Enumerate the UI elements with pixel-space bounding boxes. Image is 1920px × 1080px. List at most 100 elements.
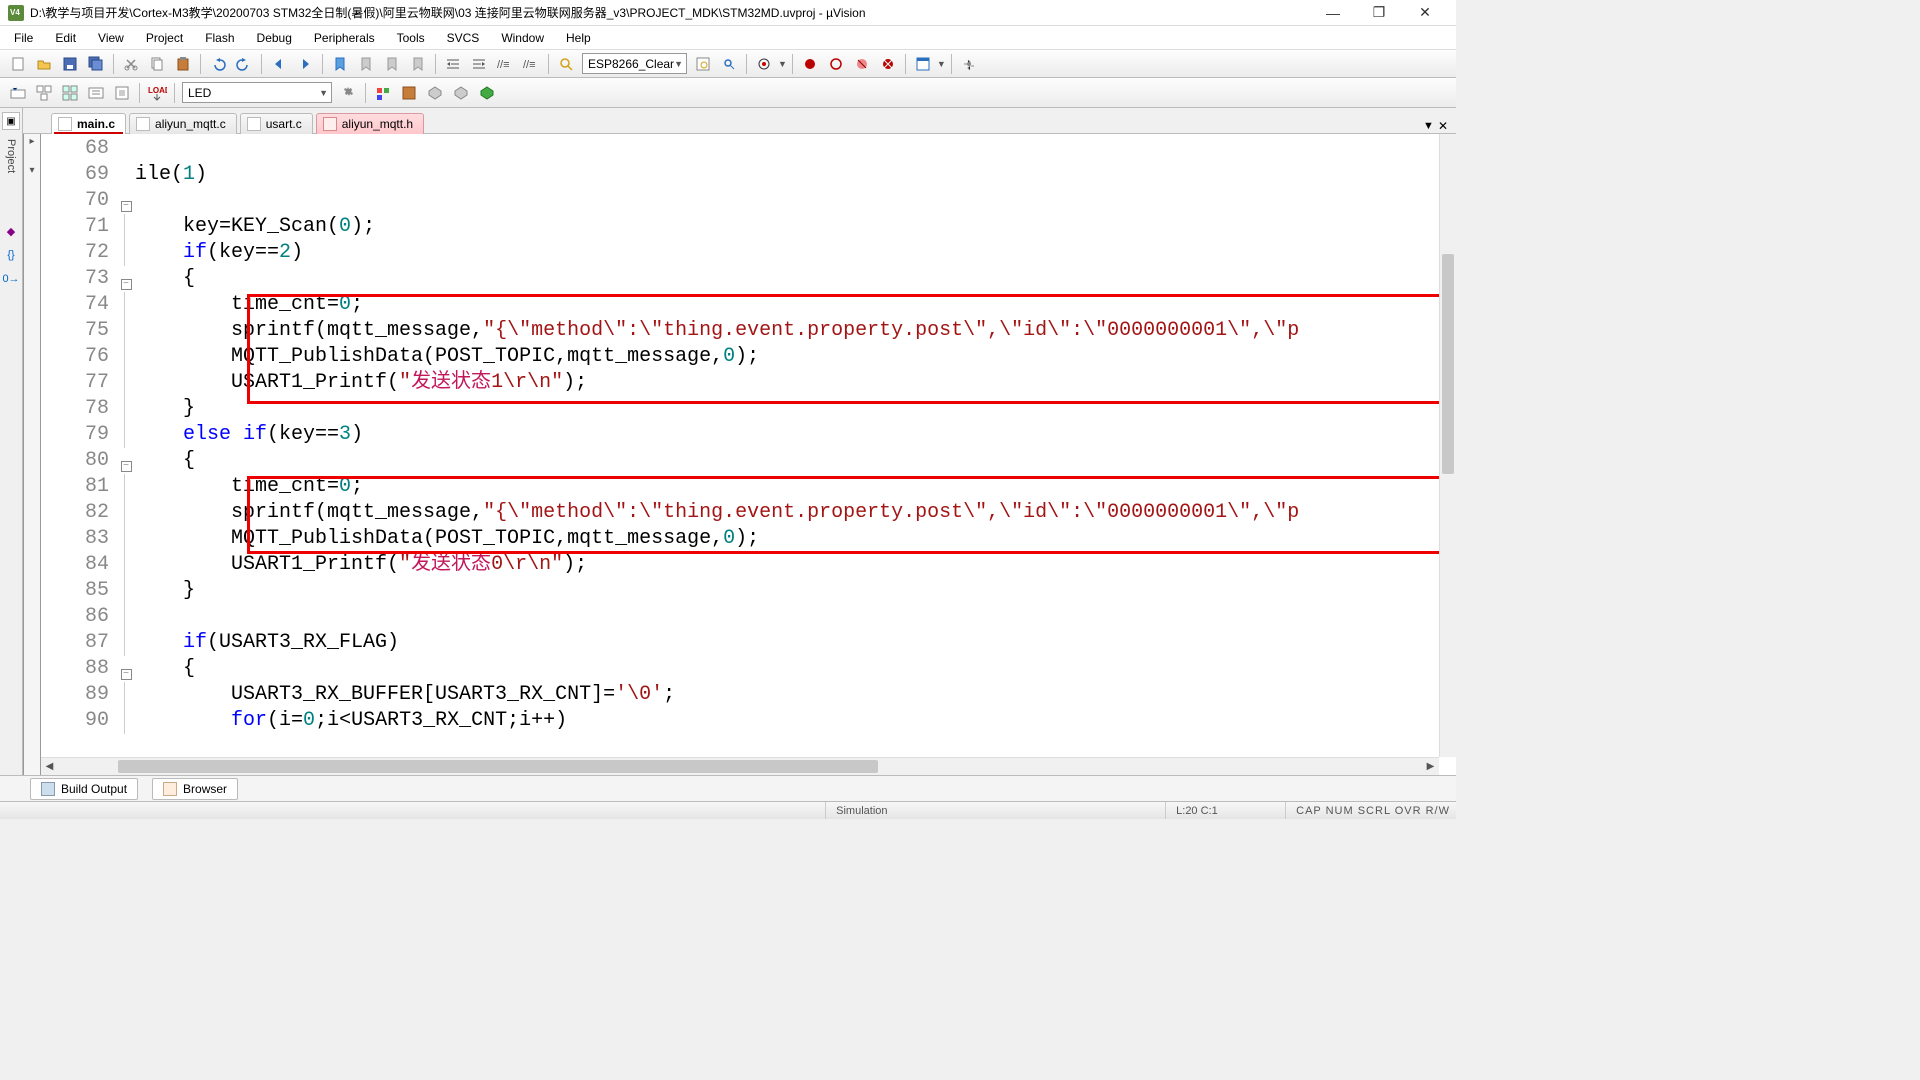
uncomment-icon[interactable]: //≡ (519, 53, 543, 75)
copy-icon[interactable] (145, 53, 169, 75)
fold-gutter[interactable] (119, 214, 133, 240)
fold-gutter[interactable] (119, 396, 133, 422)
fold-gutter[interactable] (119, 370, 133, 396)
incremental-find-icon[interactable] (717, 53, 741, 75)
menu-window[interactable]: Window (491, 28, 554, 48)
code-text[interactable]: { (133, 266, 195, 292)
code-text[interactable] (133, 604, 135, 630)
debug-start-icon[interactable] (752, 53, 776, 75)
nav-forward-icon[interactable] (293, 53, 317, 75)
code-line[interactable]: 80− { (41, 448, 1456, 474)
books-icon[interactable]: ◆ (3, 223, 19, 239)
find-in-files-icon[interactable] (691, 53, 715, 75)
nav-back-icon[interactable] (267, 53, 291, 75)
functions-icon[interactable]: {} (3, 247, 19, 263)
translate-icon[interactable] (6, 82, 30, 104)
pack-installer-icon[interactable] (475, 82, 499, 104)
tab-usart-c[interactable]: usart.c (240, 113, 313, 134)
code-text[interactable]: else if(key==3) (133, 422, 363, 448)
code-text[interactable]: key=KEY_Scan(0); (133, 214, 375, 240)
code-line[interactable]: 87 if(USART3_RX_FLAG) (41, 630, 1456, 656)
breakpoint-disable-icon[interactable] (850, 53, 874, 75)
code-line[interactable]: 72 if(key==2) (41, 240, 1456, 266)
code-line[interactable]: 68 (41, 136, 1456, 162)
menu-file[interactable]: File (4, 28, 43, 48)
download-icon[interactable]: LOAD (145, 82, 169, 104)
maximize-button[interactable]: ❐ (1356, 0, 1402, 26)
configure-icon[interactable] (957, 53, 981, 75)
redo-icon[interactable] (232, 53, 256, 75)
code-text[interactable]: USART3_RX_BUFFER[USART3_RX_CNT]='\0'; (133, 682, 675, 708)
rte-icon-2[interactable] (449, 82, 473, 104)
code-line[interactable]: 74 time_cnt=0; (41, 292, 1456, 318)
menu-svcs[interactable]: SVCS (437, 28, 490, 48)
rte-icon[interactable] (423, 82, 447, 104)
fold-gutter[interactable] (119, 136, 133, 162)
scroll-right-icon[interactable]: ▶ (1422, 761, 1439, 772)
menu-project[interactable]: Project (136, 28, 193, 48)
code-text[interactable]: time_cnt=0; (133, 292, 363, 318)
indent-right-icon[interactable] (467, 53, 491, 75)
build-icon[interactable] (32, 82, 56, 104)
paste-icon[interactable] (171, 53, 195, 75)
code-text[interactable]: if(key==2) (133, 240, 303, 266)
tab-main-c[interactable]: main.c (51, 113, 126, 134)
fold-gutter[interactable] (119, 422, 133, 448)
breakpoint-insert-icon[interactable] (798, 53, 822, 75)
cut-icon[interactable] (119, 53, 143, 75)
tab-close-icon[interactable]: ✕ (1438, 119, 1448, 133)
fold-gutter[interactable]: − (119, 656, 133, 682)
bookmark-icon[interactable] (328, 53, 352, 75)
menu-debug[interactable]: Debug (247, 28, 302, 48)
code-line[interactable]: 86 (41, 604, 1456, 630)
find-icon[interactable] (554, 53, 578, 75)
save-all-icon[interactable] (84, 53, 108, 75)
menu-edit[interactable]: Edit (45, 28, 86, 48)
search-combo[interactable]: ESP8266_Clear ▼ (582, 53, 687, 74)
code-line[interactable]: 69ile(1) (41, 162, 1456, 188)
code-text[interactable]: { (133, 656, 195, 682)
code-text[interactable]: sprintf(mqtt_message,"{\"method\":\"thin… (133, 500, 1299, 526)
code-line[interactable]: 83 MQTT_PublishData(POST_TOPIC,mqtt_mess… (41, 526, 1456, 552)
breakpoint-kill-icon[interactable] (876, 53, 900, 75)
fold-gutter[interactable] (119, 708, 133, 734)
menu-view[interactable]: View (88, 28, 134, 48)
menu-flash[interactable]: Flash (195, 28, 244, 48)
menu-help[interactable]: Help (556, 28, 601, 48)
bookmark-prev-icon[interactable] (354, 53, 378, 75)
code-text[interactable]: } (133, 396, 195, 422)
window-icon[interactable] (911, 53, 935, 75)
code-line[interactable]: 81 time_cnt=0; (41, 474, 1456, 500)
code-text[interactable]: MQTT_PublishData(POST_TOPIC,mqtt_message… (133, 526, 759, 552)
fold-gutter[interactable] (119, 344, 133, 370)
fold-gutter[interactable] (119, 552, 133, 578)
code-line[interactable]: 78 } (41, 396, 1456, 422)
fold-gutter[interactable] (119, 604, 133, 630)
code-text[interactable]: } (133, 578, 195, 604)
menu-tools[interactable]: Tools (387, 28, 435, 48)
outline-collapse-icon[interactable]: ▾ (29, 165, 34, 176)
rebuild-icon[interactable] (58, 82, 82, 104)
tab-build-output[interactable]: Build Output (30, 778, 138, 800)
code-text[interactable]: USART1_Printf("发送状态1\r\n"); (133, 370, 587, 396)
fold-gutter[interactable] (119, 318, 133, 344)
code-text[interactable]: MQTT_PublishData(POST_TOPIC,mqtt_message… (133, 344, 759, 370)
code-line[interactable]: 77 USART1_Printf("发送状态1\r\n"); (41, 370, 1456, 396)
code-line[interactable]: 90 for(i=0;i<USART3_RX_CNT;i++) (41, 708, 1456, 734)
fold-gutter[interactable] (119, 292, 133, 318)
open-file-icon[interactable] (32, 53, 56, 75)
code-text[interactable]: { (133, 448, 195, 474)
tab-aliyun-mqtt-h[interactable]: aliyun_mqtt.h (316, 113, 424, 134)
tab-browser[interactable]: Browser (152, 778, 238, 800)
code-area[interactable]: 6869ile(1)70−71 key=KEY_Scan(0);72 if(ke… (41, 134, 1456, 775)
fold-gutter[interactable] (119, 526, 133, 552)
code-text[interactable]: for(i=0;i<USART3_RX_CNT;i++) (133, 708, 567, 734)
undo-icon[interactable] (206, 53, 230, 75)
templates-icon[interactable]: 0→ (3, 271, 19, 287)
select-packs-icon[interactable] (397, 82, 421, 104)
code-line[interactable]: 82 sprintf(mqtt_message,"{\"method\":\"t… (41, 500, 1456, 526)
project-label[interactable]: Project (5, 139, 17, 173)
menu-peripherals[interactable]: Peripherals (304, 28, 385, 48)
breakpoint-enable-icon[interactable] (824, 53, 848, 75)
bookmark-clear-icon[interactable] (406, 53, 430, 75)
